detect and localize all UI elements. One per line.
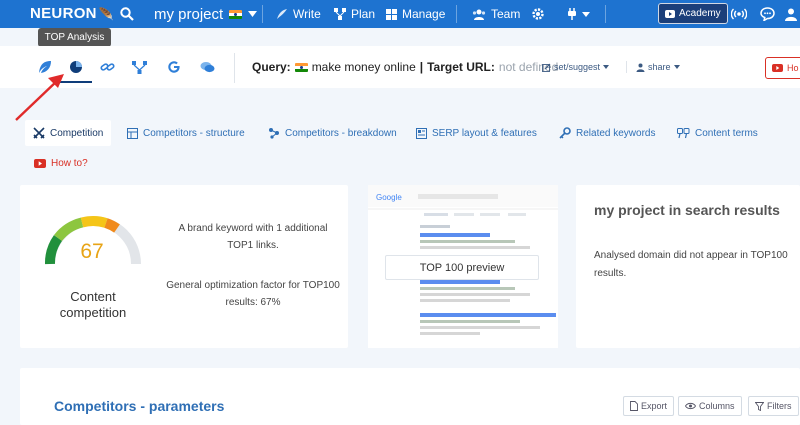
gear-icon[interactable] xyxy=(531,0,545,28)
tab-content-terms[interactable]: Content terms xyxy=(677,120,758,146)
top-nav: NEURON 🪶 my project Write Plan Manage Tea… xyxy=(0,0,800,28)
competitors-parameters-title: Competitors - parameters xyxy=(54,398,225,414)
project-name: my project xyxy=(154,5,224,23)
nav-divider xyxy=(456,5,457,23)
nav-divider xyxy=(262,5,263,23)
tab-competitors-breakdown[interactable]: Competitors - breakdown xyxy=(268,120,397,146)
academy-button[interactable]: Academy xyxy=(658,3,728,24)
project-selector[interactable]: my project xyxy=(154,0,258,28)
columns-button[interactable]: Columns xyxy=(678,396,742,416)
svg-text:Google: Google xyxy=(376,193,402,202)
filter-icon xyxy=(755,401,764,411)
tab-serp-layout[interactable]: SERP layout & features xyxy=(416,120,537,146)
export-button[interactable]: Export xyxy=(623,396,675,416)
analysis-toolbar: Query: make money online | Target URL: n… xyxy=(0,46,800,88)
caret-down-icon xyxy=(603,65,610,69)
quote-icon xyxy=(677,127,690,138)
file-icon xyxy=(630,401,638,411)
top-analysis-tooltip: TOP Analysis xyxy=(38,28,111,52)
tab-competition[interactable]: Competition xyxy=(25,120,112,146)
nav-write[interactable]: Write xyxy=(276,0,321,28)
youtube-howto-button[interactable]: Ho xyxy=(765,57,800,79)
pie-chart-icon[interactable] xyxy=(65,56,87,78)
plug-chevron-icon[interactable] xyxy=(582,0,590,28)
nav-team[interactable]: Team xyxy=(472,0,520,28)
youtube-icon xyxy=(665,9,675,18)
neuron-logo[interactable]: NEURON 🪶 xyxy=(30,5,114,22)
feather-pen-icon xyxy=(277,9,287,19)
query-value: make money online xyxy=(311,60,416,74)
tab-competitors-structure[interactable]: Competitors - structure xyxy=(127,120,245,146)
caret-down-icon xyxy=(673,65,680,69)
structure-icon xyxy=(127,127,138,139)
google-icon[interactable] xyxy=(163,56,185,78)
feather-icon: 🪶 xyxy=(98,7,115,21)
serp-icon xyxy=(416,127,427,139)
red-arrow-annotation xyxy=(15,74,64,121)
youtube-icon xyxy=(772,64,783,72)
user-share-icon xyxy=(636,63,645,72)
set-suggest-button[interactable]: set/suggest xyxy=(542,62,610,72)
competition-score: 67 xyxy=(80,240,104,263)
search-icon[interactable] xyxy=(120,0,134,28)
link-icon[interactable] xyxy=(96,56,118,78)
share-button[interactable]: share xyxy=(636,62,680,72)
project-results-title: my project in search results xyxy=(594,202,780,218)
sitemap-icon xyxy=(334,8,346,20)
key-icon xyxy=(559,127,571,139)
youtube-icon xyxy=(34,158,46,168)
broadcast-icon[interactable] xyxy=(731,0,747,28)
nav-manage[interactable]: Manage xyxy=(386,0,445,28)
eye-icon xyxy=(685,402,696,410)
project-results-text: Analysed domain did not appear in TOP100… xyxy=(594,250,788,279)
nav-divider xyxy=(605,5,606,23)
top100-preview-button[interactable]: TOP 100 preview xyxy=(385,255,539,280)
content-competition-title: Content competition xyxy=(59,289,127,320)
breakdown-icon xyxy=(269,128,279,139)
edit-icon xyxy=(542,63,551,72)
nav-plan[interactable]: Plan xyxy=(334,0,375,28)
how-to-link[interactable]: How to? xyxy=(34,155,88,171)
chat-icon[interactable] xyxy=(760,0,775,28)
toolbar-divider xyxy=(626,61,627,73)
query-info: Query: make money online | Target URL: n… xyxy=(252,60,559,74)
user-icon[interactable] xyxy=(784,0,798,28)
grid-icon xyxy=(386,8,397,20)
network-icon[interactable] xyxy=(128,56,150,78)
plug-icon[interactable] xyxy=(565,0,579,28)
india-flag-icon xyxy=(294,62,308,72)
users-icon xyxy=(472,9,486,20)
brand-keyword-text: A brand keyword with 1 additional TOP1 l… xyxy=(178,223,328,251)
swords-icon xyxy=(33,127,45,139)
tab-related-keywords[interactable]: Related keywords xyxy=(559,120,655,146)
caret-down-icon xyxy=(248,11,258,17)
india-flag-icon xyxy=(229,9,243,19)
toolbar-divider xyxy=(234,53,235,83)
filters-button[interactable]: Filters xyxy=(748,396,799,416)
optimization-factor-text: General optimization factor for TOP100 r… xyxy=(166,280,340,308)
comments-icon[interactable] xyxy=(196,56,218,78)
